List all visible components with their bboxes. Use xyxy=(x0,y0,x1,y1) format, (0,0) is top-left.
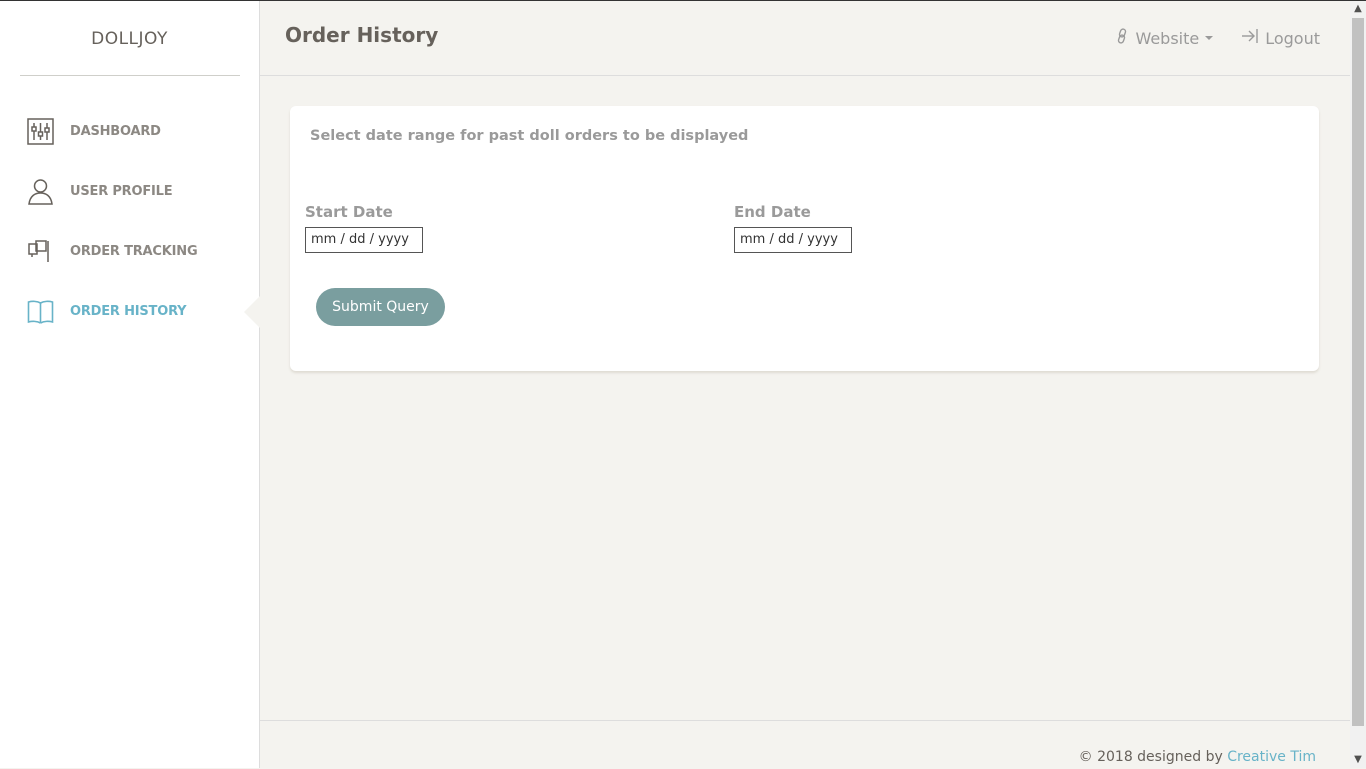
footer: © 2018 designed by Creative Tim xyxy=(260,720,1350,769)
sliders-icon xyxy=(27,117,54,145)
sidebar-item-order-history[interactable]: ORDER HISTORY xyxy=(0,281,260,341)
top-navbar: Order History Website Logout xyxy=(260,1,1350,76)
sidebar-item-order-tracking[interactable]: ORDER TRACKING xyxy=(0,221,259,281)
link-icon xyxy=(1115,28,1135,48)
start-date-label: Start Date xyxy=(305,203,393,221)
active-indicator xyxy=(244,296,260,328)
sidebar-item-label: USER PROFILE xyxy=(70,183,173,199)
scrollbar-thumb[interactable] xyxy=(1352,18,1364,726)
page-title: Order History xyxy=(285,23,439,47)
creative-tim-link[interactable]: Creative Tim xyxy=(1227,749,1316,765)
book-icon xyxy=(27,298,54,325)
date-range-card: Select date range for past doll orders t… xyxy=(290,106,1319,371)
website-label: Website xyxy=(1135,28,1200,48)
end-date-label: End Date xyxy=(734,203,811,221)
submit-query-button[interactable]: Submit Query xyxy=(316,288,445,326)
tracking-icon xyxy=(27,238,54,265)
logout-label: Logout xyxy=(1265,28,1320,48)
scroll-down-icon[interactable]: ▼ xyxy=(1350,752,1366,768)
main-panel: Order History Website Logout Select date… xyxy=(260,1,1350,768)
logout-icon xyxy=(1241,28,1265,48)
start-date-input[interactable]: mm / dd / yyyy xyxy=(305,227,423,253)
brand-logo[interactable]: DOLLJOY xyxy=(0,1,259,75)
sidebar-item-label: ORDER TRACKING xyxy=(70,243,198,259)
scroll-up-icon[interactable]: ▲ xyxy=(1350,1,1366,17)
footer-copyright: © 2018 designed by Creative Tim xyxy=(1079,749,1316,765)
website-dropdown[interactable]: Website xyxy=(1115,28,1214,48)
sidebar: DOLLJOY DASHBOARD USER PROFILE ORDER TRA… xyxy=(0,1,260,768)
sidebar-item-label: ORDER HISTORY xyxy=(70,303,187,319)
sidebar-nav: DASHBOARD USER PROFILE ORDER TRACKING OR… xyxy=(0,101,260,341)
sidebar-item-dashboard[interactable]: DASHBOARD xyxy=(0,101,259,161)
end-date-input[interactable]: mm / dd / yyyy xyxy=(734,227,852,253)
logout-link[interactable]: Logout xyxy=(1241,28,1320,48)
sidebar-item-label: DASHBOARD xyxy=(70,123,161,139)
top-links: Website Logout xyxy=(1087,28,1320,48)
user-icon xyxy=(27,178,54,205)
sidebar-divider xyxy=(20,75,240,76)
vertical-scrollbar[interactable]: ▲ ▼ xyxy=(1350,1,1366,768)
footer-prefix: © 2018 designed by xyxy=(1078,749,1223,765)
card-title: Select date range for past doll orders t… xyxy=(310,128,749,144)
sidebar-item-user-profile[interactable]: USER PROFILE xyxy=(0,161,259,221)
caret-down-icon xyxy=(1205,36,1214,40)
